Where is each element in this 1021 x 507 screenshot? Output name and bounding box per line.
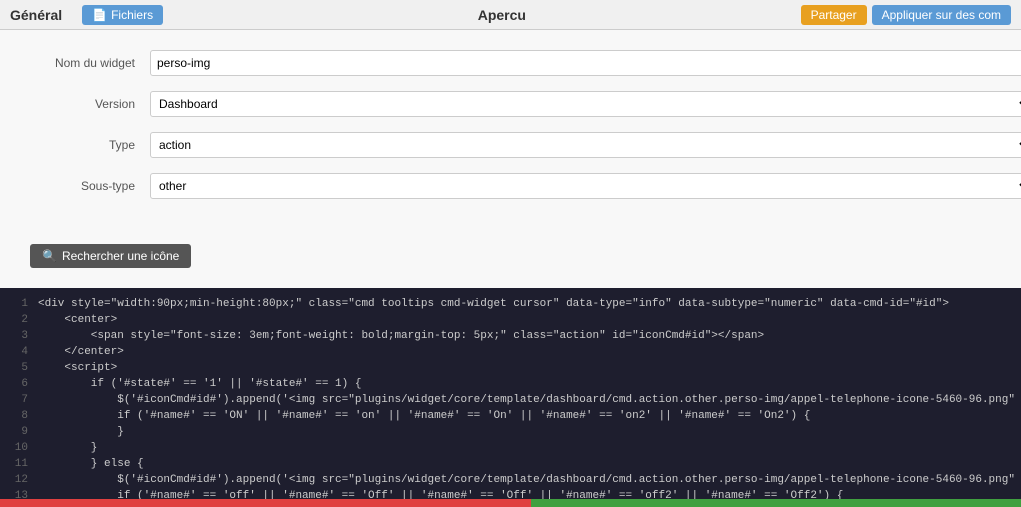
sous-type-label: Sous-type [30, 179, 150, 193]
code-line-10: 10 } [8, 440, 1021, 456]
search-icon-button[interactable]: 🔍 Rechercher une icône [30, 244, 191, 268]
widget-name-input[interactable] [150, 50, 1021, 76]
widget-name-label: Nom du widget [30, 56, 150, 70]
code-line-7: 7 $('#iconCmd#id#').append('<img src="pl… [8, 392, 1021, 408]
code-editor: 1 <div style="width:90px;min-height:80px… [0, 288, 1021, 499]
header-actions: Partager Appliquer sur des com [801, 5, 1011, 25]
sous-type-select[interactable]: other [150, 173, 1021, 199]
type-select[interactable]: action [150, 132, 1021, 158]
main-content: Nom du widget Version Dashboard Type act… [0, 30, 1021, 507]
partager-button[interactable]: Partager [801, 5, 867, 25]
fichiers-button[interactable]: 📄 Fichiers [82, 5, 163, 25]
code-line-8: 8 if ('#name#' == 'ON' || '#name#' == 'o… [8, 408, 1021, 424]
search-icon: 🔍 [42, 249, 57, 263]
code-line-5: 5 <script> [8, 360, 1021, 376]
widget-name-row: Nom du widget [30, 50, 1021, 76]
appliquer-button[interactable]: Appliquer sur des com [872, 5, 1011, 25]
footer-green [531, 499, 1021, 507]
app-header: Général 📄 Fichiers Apercu Partager Appli… [0, 0, 1021, 30]
version-label: Version [30, 97, 150, 111]
version-row: Version Dashboard [30, 91, 1021, 117]
code-line-3: 3 <span style="font-size: 3em;font-weigh… [8, 328, 1021, 344]
code-line-1: 1 <div style="width:90px;min-height:80px… [8, 296, 1021, 312]
code-line-11: 11 } else { [8, 456, 1021, 472]
type-row: Type action [30, 132, 1021, 158]
sous-type-row: Sous-type other [30, 173, 1021, 199]
footer-red [0, 499, 531, 507]
left-panel: Nom du widget Version Dashboard Type act… [0, 30, 1021, 507]
code-line-4: 4 </center> [8, 344, 1021, 360]
version-select[interactable]: Dashboard [150, 91, 1021, 117]
code-line-12: 12 $('#iconCmd#id#').append('<img src="p… [8, 472, 1021, 488]
code-line-2: 2 <center> [8, 312, 1021, 328]
page-title: Général [10, 7, 62, 23]
apercu-label: Apercu [163, 7, 800, 23]
code-line-13: 13 if ('#name#' == 'off' || '#name#' == … [8, 488, 1021, 499]
code-line-9: 9 } [8, 424, 1021, 440]
footer-bar [0, 499, 1021, 507]
code-line-6: 6 if ('#state#' == '1' || '#state#' == 1… [8, 376, 1021, 392]
type-label: Type [30, 138, 150, 152]
form-area: Nom du widget Version Dashboard Type act… [0, 30, 1021, 234]
fichiers-icon: 📄 [92, 8, 107, 22]
